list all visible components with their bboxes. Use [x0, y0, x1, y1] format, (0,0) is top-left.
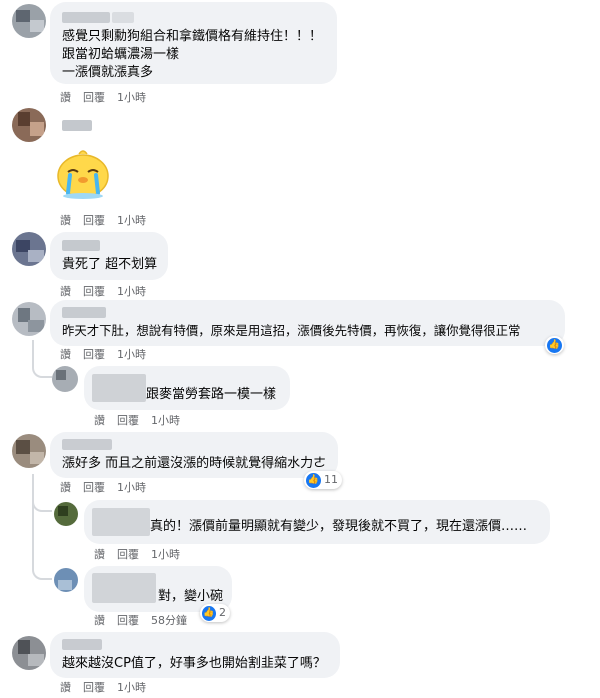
like-link[interactable]: 讚 — [94, 614, 105, 627]
reply-link[interactable]: 回覆 — [117, 548, 139, 561]
commenter-name-blurred[interactable] — [62, 240, 100, 251]
like-link[interactable]: 讚 — [94, 548, 105, 561]
like-link[interactable]: 讚 — [60, 91, 71, 104]
thumbs-up-icon: 👍 — [202, 605, 216, 621]
reply-text: 跟麥當勞套路一模一樣 — [146, 387, 277, 402]
comment-actions: 讚回覆 1小時 — [60, 91, 158, 105]
comment-actions: 讚回覆 1小時 — [60, 214, 158, 228]
commenter-name-blurred[interactable] — [92, 573, 156, 603]
reply-link[interactable]: 回覆 — [117, 614, 139, 627]
avatar[interactable] — [12, 4, 46, 38]
timestamp[interactable]: 1小時 — [151, 548, 180, 561]
avatar[interactable] — [54, 502, 78, 526]
reply-link[interactable]: 回覆 — [83, 285, 105, 298]
avatar[interactable] — [12, 108, 46, 142]
thread-line — [32, 340, 52, 378]
reply-actions: 讚回覆 1小時 — [94, 548, 192, 562]
like-link[interactable]: 讚 — [60, 681, 71, 694]
commenter-name-blurred[interactable] — [62, 639, 102, 650]
commenter-name-blurred[interactable] — [62, 439, 112, 450]
comment-text: 昨天才下肚，想說有特價，原來是用這招，漲價後先特價，再恢復，讓你覺得很正常 — [62, 323, 521, 338]
crying-chick-sticker — [54, 146, 112, 200]
commenter-name-blurred[interactable] — [62, 307, 106, 318]
reaction-count: 2 — [219, 606, 226, 619]
timestamp[interactable]: 58分鐘 — [151, 614, 187, 627]
timestamp[interactable]: 1小時 — [117, 481, 146, 494]
avatar[interactable] — [52, 366, 78, 392]
reply-link[interactable]: 回覆 — [83, 348, 105, 361]
like-link[interactable]: 讚 — [60, 285, 71, 298]
comment-text: 越來越沒CP值了，好事多也開始割韭菜了嗎？ — [62, 656, 326, 671]
commenter-name-blurred[interactable] — [92, 374, 146, 402]
reply-actions: 讚回覆 58分鐘 — [94, 614, 199, 628]
commenter-name-blurred[interactable] — [92, 508, 150, 536]
comment-text: 貴死了 超不划算 — [62, 257, 158, 272]
avatar[interactable] — [12, 232, 46, 266]
reply-link[interactable]: 回覆 — [117, 414, 139, 427]
comment-text: 感覺只剩勳狗組合和拿鐵價格有維持住！！！ — [62, 29, 323, 44]
commenter-name-blurred[interactable] — [112, 12, 134, 23]
commenter-name-blurred[interactable] — [62, 12, 110, 23]
comment-text: 跟當初蛤蠣濃湯一樣 — [62, 47, 180, 62]
comment-actions: 讚回覆 1小時 — [60, 285, 158, 299]
reaction-count: 11 — [324, 473, 338, 486]
avatar[interactable] — [12, 434, 46, 468]
like-link[interactable]: 讚 — [60, 481, 71, 494]
reaction-badge[interactable]: 👍 — [545, 336, 564, 354]
timestamp[interactable]: 1小時 — [151, 414, 180, 427]
like-link[interactable]: 讚 — [60, 214, 71, 227]
reply-link[interactable]: 回覆 — [83, 214, 105, 227]
timestamp[interactable]: 1小時 — [117, 681, 146, 694]
comment-text: 一漲價就漲真多 — [62, 65, 154, 80]
avatar[interactable] — [12, 302, 46, 336]
timestamp[interactable]: 1小時 — [117, 214, 146, 227]
timestamp[interactable]: 1小時 — [117, 91, 146, 104]
thread-line — [32, 500, 52, 580]
reply-text: 真的！漲價前量明顯就有變少，發現後就不買了，現在還漲價…… — [150, 519, 528, 534]
comment-actions: 讚回覆 1小時 — [60, 348, 158, 362]
like-link[interactable]: 讚 — [94, 414, 105, 427]
reaction-badge[interactable]: 👍 11 — [304, 471, 342, 489]
reply-link[interactable]: 回覆 — [83, 681, 105, 694]
like-link[interactable]: 讚 — [60, 348, 71, 361]
sticker-icon — [57, 150, 109, 199]
comment-actions: 讚回覆 1小時 — [60, 481, 158, 495]
comment-text: 漲好多 而且之前還沒漲的時候就覺得縮水力ㄜ — [62, 456, 327, 471]
comment-actions: 讚回覆 1小時 — [60, 681, 158, 695]
avatar[interactable] — [54, 568, 78, 592]
reaction-badge[interactable]: 👍 2 — [200, 604, 230, 622]
timestamp[interactable]: 1小時 — [117, 285, 146, 298]
thumbs-up-icon: 👍 — [306, 472, 321, 488]
reply-link[interactable]: 回覆 — [83, 481, 105, 494]
timestamp[interactable]: 1小時 — [117, 348, 146, 361]
thumbs-up-icon: 👍 — [547, 337, 562, 353]
avatar[interactable] — [12, 636, 46, 670]
commenter-name-blurred[interactable] — [62, 120, 92, 131]
reply-link[interactable]: 回覆 — [83, 91, 105, 104]
reply-actions: 讚回覆 1小時 — [94, 414, 192, 428]
